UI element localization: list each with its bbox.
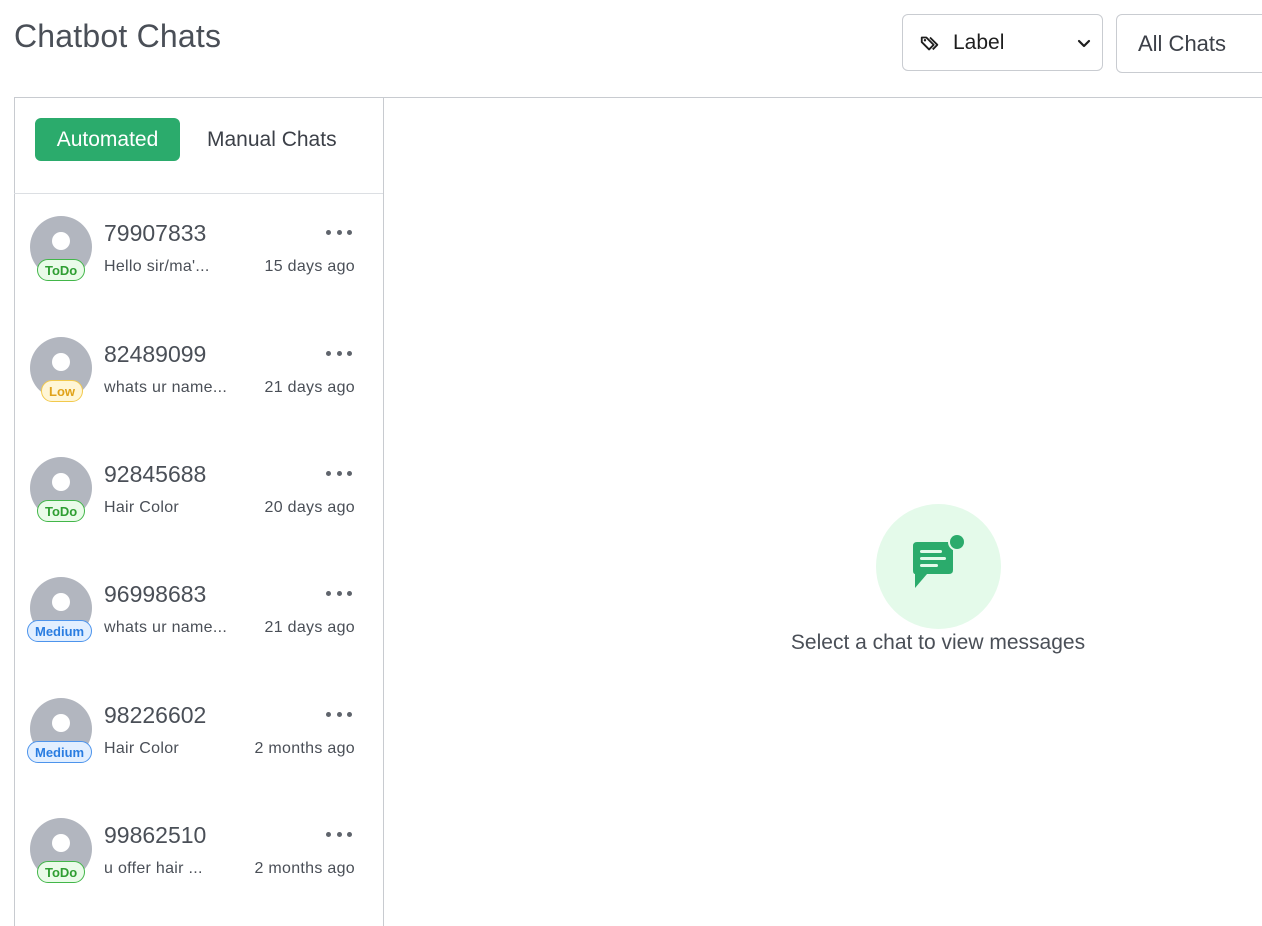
priority-badge: ToDo [37, 861, 86, 883]
chat-timestamp: 2 months ago [254, 740, 355, 757]
tab-automated[interactable]: Automated [35, 118, 180, 161]
chevron-down-icon [1077, 39, 1091, 47]
chat-contact-name: 99862510 [104, 822, 207, 848]
priority-badge: Medium [27, 741, 93, 763]
dot [347, 711, 352, 717]
dot [336, 350, 342, 356]
chat-timestamp: 20 days ago [264, 499, 355, 516]
chat-last-message: u offer hair ... [104, 860, 203, 877]
label-filter-select[interactable]: Label [902, 14, 1103, 71]
chat-contact-name: 79907833 [104, 220, 207, 246]
dot [326, 711, 331, 717]
more-options-icon[interactable] [326, 581, 352, 605]
user-icon [52, 834, 70, 852]
chat-list-panel: Automated Manual Chats ToDo 79907833 Hello… [14, 97, 384, 926]
chat-last-message: Hello sir/ma'... [104, 258, 210, 275]
chat-timestamp: 21 days ago [264, 619, 355, 636]
priority-badge: ToDo [37, 259, 86, 281]
more-options-icon[interactable] [326, 341, 352, 365]
chat-timestamp: 2 months ago [254, 860, 355, 877]
empty-state-icon-circle [875, 504, 1001, 629]
chat-last-message: whats ur name... [104, 619, 228, 636]
chat-type-tabs: Automated Manual Chats [14, 97, 383, 194]
user-icon [52, 232, 70, 250]
chat-contact-name: 92845688 [104, 461, 207, 487]
chat-list-item[interactable]: ToDo 99862510 u offer hair ... 2 months ago [14, 796, 383, 906]
dot [336, 229, 342, 235]
chat-list-item[interactable]: Low 82489099 whats ur name... 21 days ago [14, 315, 383, 425]
dot [336, 470, 342, 476]
dot [326, 229, 331, 235]
more-options-icon[interactable] [326, 702, 352, 726]
dot [326, 590, 331, 596]
chat-list-item[interactable]: Medium 96998683 whats ur name... 21 days ag… [14, 555, 383, 665]
dot [326, 470, 331, 476]
more-options-icon[interactable] [326, 461, 352, 485]
chat-contact-name: 82489099 [104, 341, 207, 367]
label-filter-value: Label [953, 30, 1005, 54]
chat-contact-name: 98226602 [104, 702, 207, 728]
chat-filter-select[interactable]: All Chats [1116, 14, 1262, 73]
dot [347, 350, 352, 356]
tag-icon [920, 36, 939, 50]
dot [336, 590, 342, 596]
chat-list-item[interactable]: Medium 98226602 Hair Color 2 months ago [14, 676, 383, 786]
chat-timestamp: 21 days ago [264, 379, 355, 396]
page-title: Chatbot Chats [14, 18, 222, 54]
chat-last-message: whats ur name... [104, 379, 228, 396]
page: Chatbot Chats Label All Chats Automated … [0, 0, 1262, 926]
chat-contact-name: 96998683 [104, 581, 207, 607]
chat-list-item[interactable]: ToDo 92845688 Hair Color 20 days ago [14, 435, 383, 545]
user-icon [52, 593, 70, 611]
user-icon [52, 473, 70, 491]
chat-list-item[interactable]: ToDo 79907833 Hello sir/ma'... 15 days ago [14, 194, 383, 304]
dot [326, 831, 331, 837]
dot [336, 831, 342, 837]
priority-badge: Low [41, 380, 83, 402]
more-options-icon[interactable] [326, 220, 352, 244]
chat-timestamp: 15 days ago [264, 258, 355, 275]
dot [347, 831, 352, 837]
more-options-icon[interactable] [326, 822, 352, 846]
chat-last-message: Hair Color [104, 499, 180, 516]
tab-manual-chats[interactable]: Manual Chats [207, 118, 337, 161]
dot [336, 711, 342, 717]
dot [347, 590, 352, 596]
user-icon [52, 353, 70, 371]
chat-notification-icon [912, 533, 966, 588]
chat-filter-value: All Chats [1138, 30, 1227, 56]
dot [347, 470, 352, 476]
dot [326, 350, 331, 356]
empty-state: Select a chat to view messages [760, 504, 1116, 655]
user-icon [52, 714, 70, 732]
chat-last-message: Hair Color [104, 740, 180, 757]
priority-badge: ToDo [37, 500, 86, 522]
dot [347, 229, 352, 235]
priority-badge: Medium [27, 620, 93, 642]
empty-state-message: Select a chat to view messages [790, 631, 1086, 654]
